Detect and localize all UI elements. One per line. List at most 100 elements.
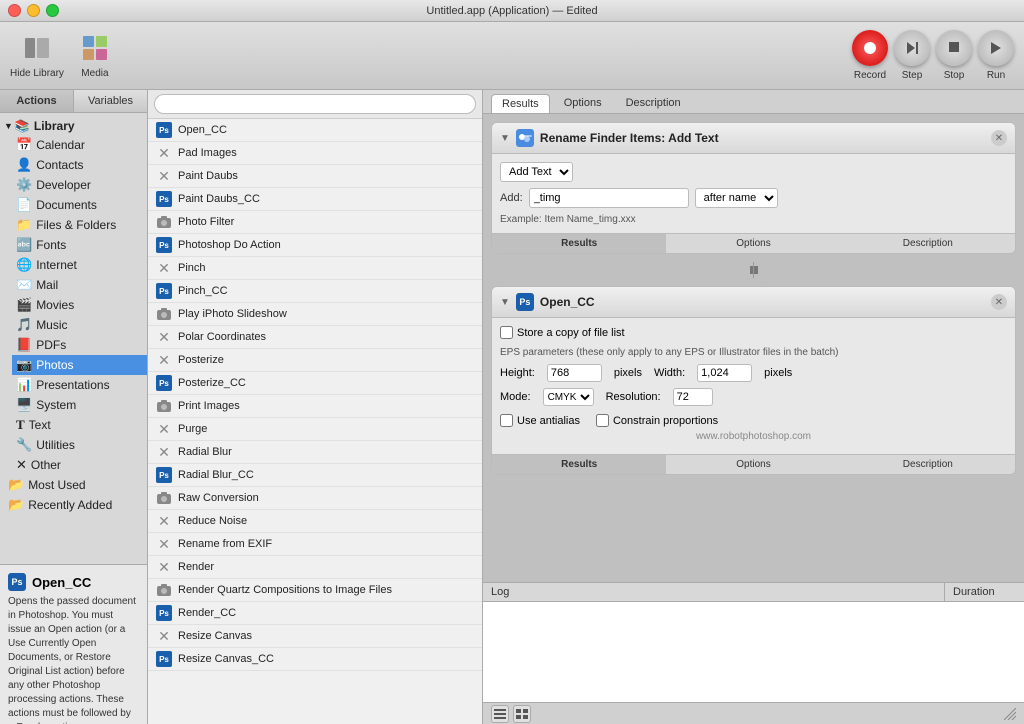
close-button[interactable] xyxy=(8,4,21,17)
card1-tab-description[interactable]: Description xyxy=(841,234,1015,253)
card2-tab-options[interactable]: Options xyxy=(666,455,840,474)
list-item[interactable]: ✕ Purge xyxy=(148,418,482,441)
tab-description[interactable]: Description xyxy=(616,94,691,113)
list-item[interactable]: Play iPhoto Slideshow xyxy=(148,303,482,326)
sidebar-item-recently-added[interactable]: 📂 Recently Added xyxy=(0,495,147,515)
add-text-select[interactable]: Add Text xyxy=(500,162,573,182)
cam-icon xyxy=(156,214,172,230)
height-input2[interactable] xyxy=(547,364,602,382)
card2-close-button[interactable]: ✕ xyxy=(991,294,1007,310)
list-item[interactable]: Print Images xyxy=(148,395,482,418)
run-button[interactable] xyxy=(978,30,1014,66)
sidebar-item-photos[interactable]: 📷 Photos xyxy=(12,355,147,375)
card1-close-button[interactable]: ✕ xyxy=(991,130,1007,146)
maximize-button[interactable] xyxy=(46,4,59,17)
list-item[interactable]: Ps Posterize_CC xyxy=(148,372,482,395)
card1-toggle[interactable]: ▼ xyxy=(500,133,510,144)
card2-ps-icon: Ps xyxy=(516,293,534,311)
x-icon: ✕ xyxy=(156,329,172,345)
store-copy-checkbox[interactable] xyxy=(500,326,513,339)
list-item[interactable]: Ps Paint Daubs_CC xyxy=(148,188,482,211)
list-item[interactable]: ✕ Polar Coordinates xyxy=(148,326,482,349)
list-item[interactable]: Photo Filter xyxy=(148,211,482,234)
list-item[interactable]: ✕ Paint Daubs xyxy=(148,165,482,188)
stop-button[interactable] xyxy=(936,30,972,66)
list-item[interactable]: Ps Resize Canvas_CC xyxy=(148,648,482,671)
store-copy-row: Store a copy of file list xyxy=(500,326,1007,339)
resolution-input[interactable] xyxy=(673,388,713,406)
library-icon xyxy=(21,32,53,64)
list-item[interactable]: Ps Open_CC xyxy=(148,119,482,142)
expand-icon: ▼ xyxy=(4,121,13,131)
action-label: Paint Daubs_CC xyxy=(178,193,260,205)
sidebar-item-calendar[interactable]: 📅 Calendar xyxy=(12,135,147,155)
minimize-button[interactable] xyxy=(27,4,40,17)
list-item[interactable]: ✕ Pinch xyxy=(148,257,482,280)
window-controls xyxy=(8,4,59,17)
list-item[interactable]: Ps Radial Blur_CC xyxy=(148,464,482,487)
list-item[interactable]: ✕ Render xyxy=(148,556,482,579)
sidebar-item-developer[interactable]: ⚙️ Developer xyxy=(12,175,147,195)
list-item[interactable]: Raw Conversion xyxy=(148,487,482,510)
list-item[interactable]: ✕ Resize Canvas xyxy=(148,625,482,648)
list-item[interactable]: Ps Pinch_CC xyxy=(148,280,482,303)
sidebar-item-system[interactable]: 🖥️ System xyxy=(12,395,147,415)
list-item[interactable]: ✕ Posterize xyxy=(148,349,482,372)
sidebar-item-text[interactable]: T Text xyxy=(12,415,147,435)
list-item[interactable]: ✕ Radial Blur xyxy=(148,441,482,464)
window-title: Untitled.app (Application) — Edited xyxy=(426,5,597,17)
step-button[interactable] xyxy=(894,30,930,66)
card2-tab-description[interactable]: Description xyxy=(841,455,1015,474)
list-item[interactable]: ✕ Rename from EXIF xyxy=(148,533,482,556)
sidebar-item-fonts[interactable]: 🔤 Fonts xyxy=(12,235,147,255)
sidebar-item-most-used[interactable]: 📂 Most Used xyxy=(0,475,147,495)
card1-tab-options[interactable]: Options xyxy=(666,234,840,253)
tab-options[interactable]: Options xyxy=(554,94,612,113)
sidebar-item-mail[interactable]: ✉️ Mail xyxy=(12,275,147,295)
card2-tab-results[interactable]: Results xyxy=(492,455,666,474)
list-view-button[interactable] xyxy=(491,705,509,723)
action-label: Pinch_CC xyxy=(178,285,228,297)
hide-library-button[interactable]: Hide Library xyxy=(10,32,64,79)
sidebar-item-files-folders[interactable]: 📁 Files & Folders xyxy=(12,215,147,235)
width-input[interactable] xyxy=(697,364,752,382)
bottom-bar-left xyxy=(491,705,531,723)
list-item[interactable]: Render Quartz Compositions to Image File… xyxy=(148,579,482,602)
sidebar-item-other[interactable]: ✕ Other xyxy=(12,455,147,475)
resize-handle[interactable] xyxy=(1004,708,1016,720)
sidebar-item-internet[interactable]: 🌐 Internet xyxy=(12,255,147,275)
sidebar-item-utilities[interactable]: 🔧 Utilities xyxy=(12,435,147,455)
media-button[interactable]: Media xyxy=(79,32,111,79)
sidebar-item-pdfs[interactable]: 📕 PDFs xyxy=(12,335,147,355)
card1-tab-results[interactable]: Results xyxy=(492,234,666,253)
library-group[interactable]: ▼ 📚 Library xyxy=(0,117,147,135)
search-input[interactable] xyxy=(154,94,476,114)
list-item[interactable]: ✕ Pad Images xyxy=(148,142,482,165)
sidebar-item-movies[interactable]: 🎬 Movies xyxy=(12,295,147,315)
antialias-checkbox[interactable] xyxy=(500,414,513,427)
tab-actions[interactable]: Actions xyxy=(0,90,74,112)
list-item[interactable]: Ps Render_CC xyxy=(148,602,482,625)
grid-view-button[interactable] xyxy=(513,705,531,723)
mode-select[interactable]: CMYK xyxy=(543,388,594,406)
action-label: Print Images xyxy=(178,400,240,412)
sidebar-item-presentations[interactable]: 📊 Presentations xyxy=(12,375,147,395)
toolbar-right: Record Step Stop xyxy=(852,30,1014,81)
tab-variables[interactable]: Variables xyxy=(74,90,147,112)
sidebar-item-documents[interactable]: 📄 Documents xyxy=(12,195,147,215)
stop-label: Stop xyxy=(944,70,965,81)
list-item[interactable]: Ps Photoshop Do Action xyxy=(148,234,482,257)
list-item[interactable]: ✕ Reduce Noise xyxy=(148,510,482,533)
sidebar-item-music[interactable]: 🎵 Music xyxy=(12,315,147,335)
constrain-checkbox[interactable] xyxy=(596,414,609,427)
action-label: Rename from EXIF xyxy=(178,538,272,550)
other-icon: ✕ xyxy=(16,457,27,473)
card2-toggle[interactable]: ▼ xyxy=(500,297,510,308)
position-select[interactable]: after name xyxy=(695,188,778,208)
utilities-icon: 🔧 xyxy=(16,437,32,453)
tab-results[interactable]: Results xyxy=(491,94,550,113)
card1-header: ▼ Rename Finder Items: Add Text ✕ xyxy=(492,123,1015,154)
record-button[interactable] xyxy=(852,30,888,66)
add-value-input[interactable] xyxy=(529,188,689,208)
sidebar-item-contacts[interactable]: 👤 Contacts xyxy=(12,155,147,175)
